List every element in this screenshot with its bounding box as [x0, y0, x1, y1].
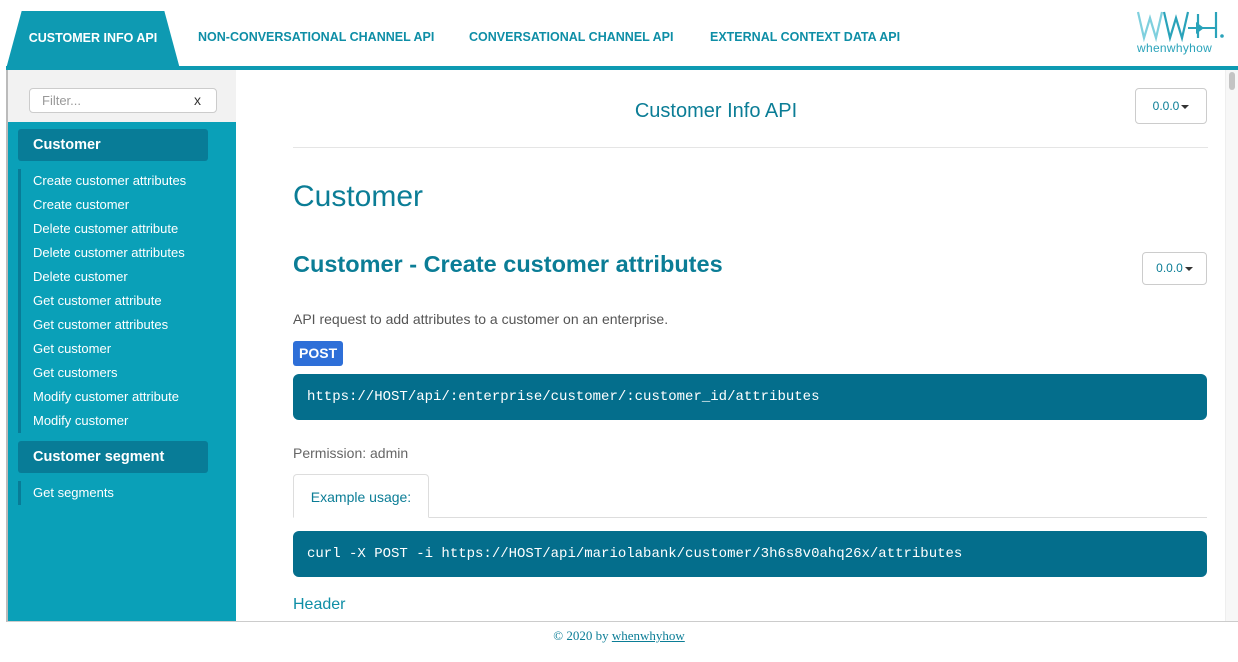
filter-input[interactable] — [29, 88, 217, 113]
method-badge: POST — [293, 341, 344, 366]
sidebar-group-customer-list: Create customer attributes Create custom… — [18, 169, 228, 433]
sidebar-group-customer-segment[interactable]: Customer segment — [18, 441, 208, 473]
sidebar-item-get-customer[interactable]: Get customer — [21, 337, 228, 361]
api-version-label: 0.0.0 — [1152, 99, 1180, 113]
wwh-logo-icon — [1136, 11, 1224, 42]
footer-link[interactable]: whenwhyhow — [612, 628, 685, 643]
permission-text: Permission: admin — [293, 445, 409, 461]
sidebar-item-get-customer-attribute[interactable]: Get customer attribute — [21, 289, 228, 313]
filter-area: x — [8, 70, 236, 122]
divider — [293, 147, 1208, 148]
footer-copyright: © 2020 by — [553, 628, 609, 643]
sidebar-group-customer[interactable]: Customer — [18, 129, 208, 161]
header-section-title: Header — [293, 596, 346, 613]
section-title: Customer — [293, 180, 424, 213]
brand-logo[interactable]: whenwhyhow — [1136, 10, 1231, 58]
sidebar-item-create-customer[interactable]: Create customer — [21, 193, 228, 217]
endpoint-description: API request to add attributes to a custo… — [293, 311, 669, 327]
sidebar-group-customer-segment-list: Get segments — [18, 481, 228, 505]
filter-clear-button[interactable]: x — [194, 92, 201, 108]
sidebar-item-modify-customer[interactable]: Modify customer — [21, 409, 228, 433]
scrollbar-thumb[interactable] — [1229, 72, 1235, 90]
sidebar-item-delete-customer[interactable]: Delete customer — [21, 265, 228, 289]
endpoint-url: https://HOST/api/:enterprise/customer/:c… — [293, 374, 1207, 420]
tab-divider — [293, 517, 1207, 518]
api-version-dropdown[interactable]: 0.0.0 — [1135, 88, 1207, 124]
content-area: Customer Info API 0.0.0 Customer Custome… — [236, 70, 1225, 621]
scrollbar[interactable] — [1225, 70, 1238, 621]
endpoint-version-dropdown[interactable]: 0.0.0 — [1142, 252, 1207, 285]
tab-customer-info-api[interactable]: CUSTOMER INFO API — [6, 11, 180, 69]
tab-example-usage[interactable]: Example usage: — [293, 474, 429, 518]
top-navigation: CUSTOMER INFO API NON-CONVERSATIONAL CHA… — [0, 0, 1238, 70]
sidebar-item-get-customer-attributes[interactable]: Get customer attributes — [21, 313, 228, 337]
tab-conversational-channel-api[interactable]: CONVERSATIONAL CHANNEL API — [469, 30, 673, 44]
sidebar-item-delete-customer-attributes[interactable]: Delete customer attributes — [21, 241, 228, 265]
page-title: Customer Info API — [634, 100, 798, 122]
tab-external-context-data-api[interactable]: EXTERNAL CONTEXT DATA API — [710, 30, 900, 44]
logo-text: whenwhyhow — [1137, 41, 1213, 55]
endpoint-title: Customer - Create customer attributes — [293, 251, 723, 277]
caret-down-icon — [1184, 266, 1193, 271]
sidebar: x Customer Create customer attributes Cr… — [8, 70, 236, 621]
main-frame: x Customer Create customer attributes Cr… — [6, 70, 1238, 622]
endpoint-version-label: 0.0.0 — [1156, 261, 1183, 275]
sidebar-item-get-customers[interactable]: Get customers — [21, 361, 228, 385]
sidebar-item-create-customer-attributes[interactable]: Create customer attributes — [21, 169, 228, 193]
example-code: curl -X POST -i https://HOST/api/mariola… — [293, 531, 1207, 577]
caret-down-icon — [1181, 104, 1190, 109]
footer: © 2020 by whenwhyhow — [0, 628, 1238, 644]
sidebar-item-delete-customer-attribute[interactable]: Delete customer attribute — [21, 217, 228, 241]
tab-non-conversational-channel-api[interactable]: NON-CONVERSATIONAL CHANNEL API — [198, 30, 434, 44]
sidebar-item-get-segments[interactable]: Get segments — [21, 481, 228, 505]
sidebar-item-modify-customer-attribute[interactable]: Modify customer attribute — [21, 385, 228, 409]
